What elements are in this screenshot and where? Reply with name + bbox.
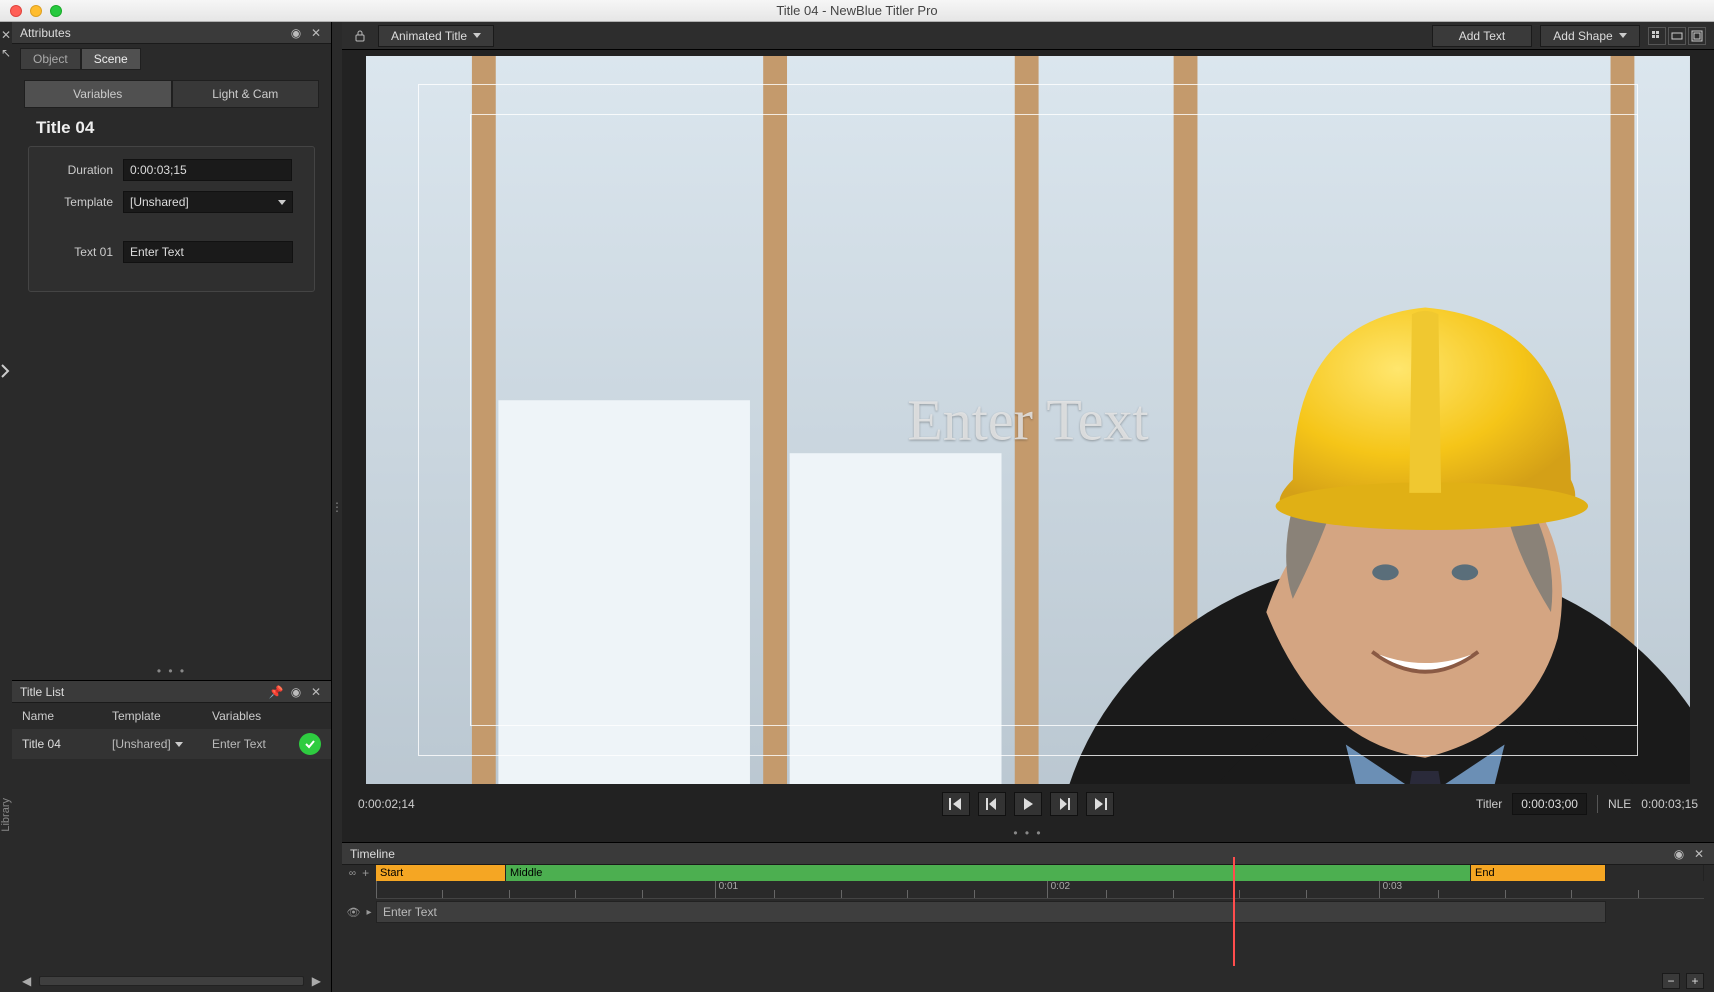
- resize-handle-horizontal[interactable]: • • •: [12, 662, 331, 680]
- panel-close-icon[interactable]: ✕: [309, 26, 323, 40]
- expand-track-icon[interactable]: ▸: [366, 907, 371, 918]
- ruler-tick: 0:01: [715, 881, 738, 898]
- duration-label: Duration: [43, 163, 113, 177]
- region-start[interactable]: Start: [376, 865, 506, 881]
- chevron-down-icon: [473, 33, 481, 38]
- grid-view-icon[interactable]: [1648, 27, 1666, 45]
- titlelist-panel: Title List 📌 ◉ ✕ Name Template Variables…: [12, 680, 331, 992]
- titlelist-header-variables: Variables: [212, 709, 321, 723]
- titlelist-header-template: Template: [112, 709, 212, 723]
- template-select[interactable]: [Unshared]: [123, 191, 293, 213]
- step-back-button[interactable]: [978, 792, 1006, 816]
- library-tab-label[interactable]: Library: [0, 798, 12, 832]
- template-value: [Unshared]: [130, 195, 189, 209]
- pin-icon[interactable]: ✕: [0, 28, 13, 42]
- window-titlebar: Title 04 - NewBlue Titler Pro: [0, 0, 1714, 22]
- minimize-window-button[interactable]: [30, 5, 42, 17]
- expand-library-button[interactable]: [0, 362, 12, 383]
- chevron-down-icon: [1619, 33, 1627, 38]
- template-label: Template: [43, 195, 113, 209]
- subtab-variables[interactable]: Variables: [24, 80, 172, 108]
- safe-action-icon[interactable]: [1688, 27, 1706, 45]
- add-shape-dropdown[interactable]: Add Shape: [1540, 25, 1640, 47]
- tab-object[interactable]: Object: [20, 48, 81, 70]
- subtab-lightcam[interactable]: Light & Cam: [172, 80, 320, 108]
- scroll-left-button[interactable]: ◀: [18, 974, 35, 988]
- go-to-start-button[interactable]: [942, 792, 970, 816]
- attributes-panel: Attributes ◉ ✕ Object Scene Variables Li…: [12, 22, 331, 680]
- nle-label: NLE: [1608, 797, 1631, 811]
- transport-bar: 0:00:02;14 Titler 0:00:03;00 NLE 0:00:03…: [342, 784, 1714, 824]
- zoom-out-button[interactable]: −: [1662, 973, 1680, 989]
- link-icon[interactable]: ∞: [349, 868, 356, 879]
- region-end[interactable]: End: [1471, 865, 1606, 881]
- scrollbar-track[interactable]: [39, 976, 304, 986]
- timeline-panel-title: Timeline: [350, 847, 1672, 861]
- chevron-down-icon: [278, 200, 286, 205]
- resize-handle-horizontal[interactable]: • • •: [342, 824, 1714, 842]
- title-text-overlay[interactable]: Enter Text: [907, 387, 1148, 454]
- panel-refresh-icon[interactable]: ◉: [289, 685, 303, 699]
- text01-label: Text 01: [43, 245, 113, 259]
- timeline-ruler[interactable]: 0:01 0:02 0:03: [376, 881, 1704, 899]
- lock-icon[interactable]: [350, 26, 370, 46]
- region-tail: [1606, 865, 1704, 881]
- titlelist-row-template: [Unshared]: [112, 737, 171, 751]
- animated-title-dropdown[interactable]: Animated Title: [378, 25, 494, 47]
- panel-refresh-icon[interactable]: ◉: [1672, 847, 1686, 861]
- titlelist-row[interactable]: Title 04 [Unshared] Enter Text: [12, 729, 331, 759]
- section-title: Title 04: [12, 108, 331, 146]
- safe-title-icon[interactable]: [1668, 27, 1686, 45]
- go-to-end-button[interactable]: [1086, 792, 1114, 816]
- window-title: Title 04 - NewBlue Titler Pro: [0, 3, 1714, 18]
- animated-title-label: Animated Title: [391, 29, 467, 43]
- pin-icon[interactable]: 📌: [269, 685, 283, 699]
- titlelist-row-name: Title 04: [22, 737, 112, 751]
- zoom-window-button[interactable]: [50, 5, 62, 17]
- panel-close-icon[interactable]: ✕: [1692, 847, 1706, 861]
- ruler-tick: 0:03: [1379, 881, 1402, 898]
- titlelist-header-name: Name: [22, 709, 112, 723]
- duration-input[interactable]: [123, 159, 292, 181]
- current-time-label: 0:00:02;14: [358, 797, 415, 811]
- close-window-button[interactable]: [10, 5, 22, 17]
- tab-scene[interactable]: Scene: [81, 48, 141, 70]
- play-button[interactable]: [1014, 792, 1042, 816]
- status-ok-icon: [299, 733, 321, 755]
- chevron-down-icon[interactable]: [175, 742, 183, 747]
- playhead[interactable]: [1233, 857, 1235, 966]
- panel-close-icon[interactable]: ✕: [309, 685, 323, 699]
- add-marker-icon[interactable]: +: [362, 866, 369, 880]
- titlelist-panel-title: Title List: [20, 685, 269, 699]
- zoom-in-button[interactable]: +: [1686, 973, 1704, 989]
- clip-label: Enter Text: [383, 905, 437, 919]
- preview-toolbar: Animated Title Add Text Add Shape: [342, 22, 1714, 50]
- text01-input[interactable]: [123, 241, 293, 263]
- timeline-clip[interactable]: Enter Text: [376, 901, 1606, 923]
- visibility-icon[interactable]: 👁: [347, 906, 361, 919]
- region-middle[interactable]: Middle: [506, 865, 1471, 881]
- preview-area: Enter Text 0:00:02;14 Titler 0:00:03;00 …: [342, 50, 1714, 842]
- titler-label: Titler: [1476, 797, 1502, 811]
- attributes-panel-title: Attributes: [20, 26, 289, 40]
- step-forward-button[interactable]: [1050, 792, 1078, 816]
- titlelist-row-variables: Enter Text: [212, 737, 293, 751]
- nle-time-label: 0:00:03;15: [1641, 797, 1698, 811]
- panel-refresh-icon[interactable]: ◉: [289, 26, 303, 40]
- resize-handle-vertical[interactable]: ⋮: [332, 22, 342, 992]
- ruler-tick: 0:02: [1047, 881, 1070, 898]
- scroll-right-button[interactable]: ▶: [308, 974, 325, 988]
- titler-time-input[interactable]: 0:00:03;00: [1512, 793, 1587, 815]
- timeline-panel: Timeline ◉ ✕ ∞ + Start Middle End: [342, 842, 1714, 992]
- preview-canvas[interactable]: Enter Text: [366, 56, 1690, 784]
- add-text-button[interactable]: Add Text: [1432, 25, 1532, 47]
